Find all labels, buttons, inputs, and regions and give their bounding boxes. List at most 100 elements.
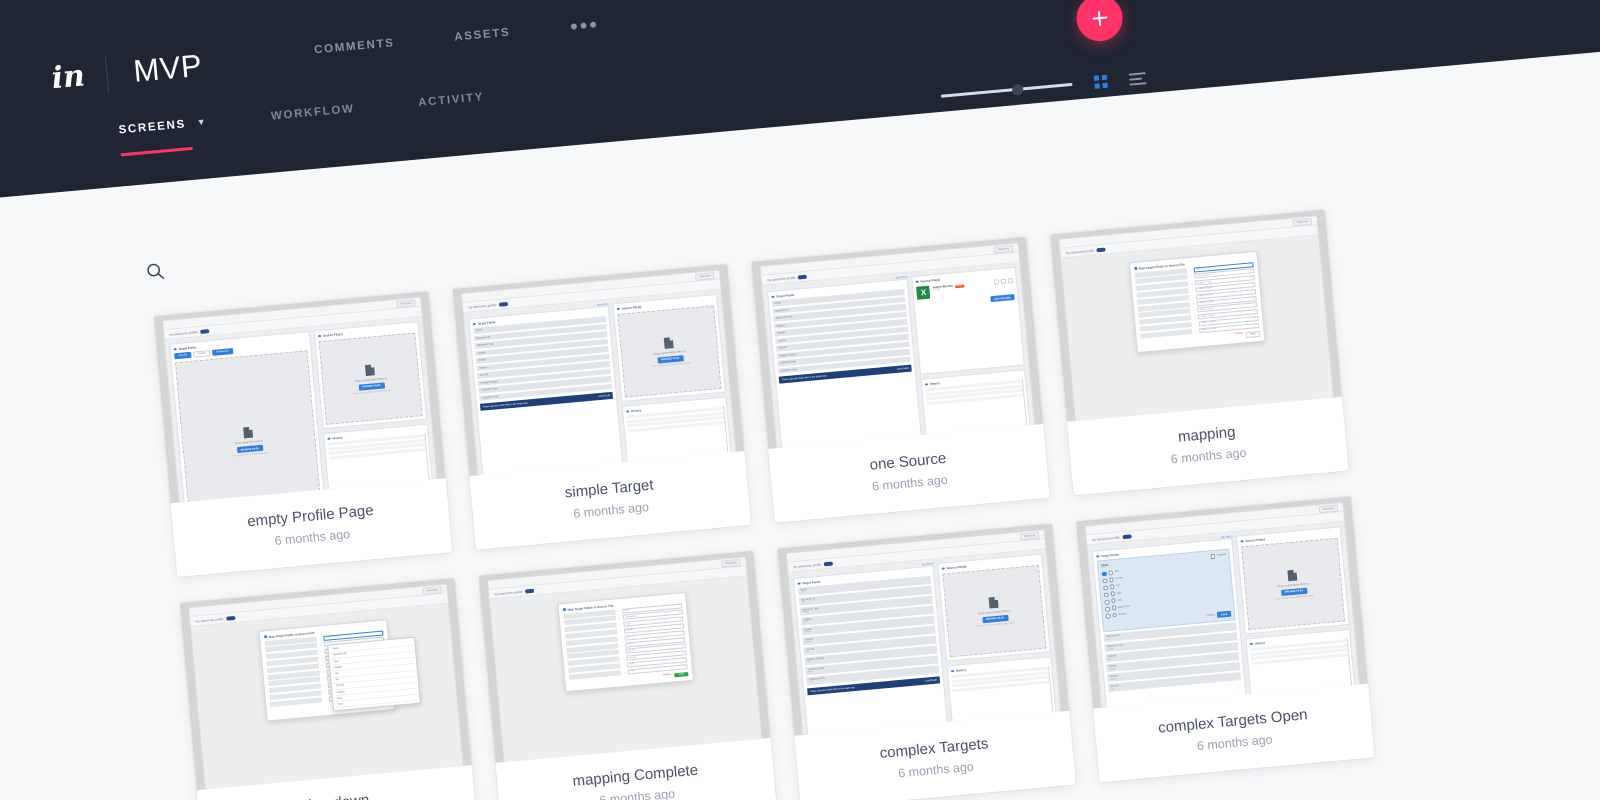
mapping-modal: Map Target Fields to Source File → Select…	[1128, 250, 1266, 353]
required-checkbox[interactable]: Required	[1211, 553, 1227, 559]
target-fields-label: Target Fields	[1100, 552, 1120, 559]
preview-chip: PREVIEW	[1019, 531, 1040, 540]
invision-logo[interactable]: in	[50, 58, 86, 96]
target-dropzone[interactable]: Drop target file here or BROWSE FILES Fi…	[174, 350, 324, 504]
mock-app-title: my awesome profile	[792, 562, 822, 569]
tilted-page: PROJECTS ACTIVITY PEOPLE LEARN DSM in MV…	[0, 0, 1600, 800]
field-type-radio-group: Text Number List Date Time Date & Time B…	[1102, 560, 1231, 620]
preview-chip: PREVIEW	[694, 271, 715, 281]
source-fields-label: Source File(s)	[946, 564, 967, 571]
continue-banner-text: Finish uploaded fields files to the targ…	[810, 686, 856, 693]
screen-card[interactable]: PREVIEW my awesome profile Map Target Fi…	[478, 550, 778, 800]
grid-view-icon[interactable]	[1093, 74, 1108, 89]
mock-app-title: my awesome profile	[195, 616, 224, 624]
sub-nav: SCREENS ▼ WORKFLOW ACTIVITY	[118, 91, 486, 156]
preview-chip: PREVIEW	[422, 585, 442, 595]
list-view-icon[interactable]	[1128, 71, 1147, 86]
source-fields-label: Source File(s)	[920, 277, 941, 284]
preview-chip: PREVIEW	[1292, 217, 1313, 226]
search-icon[interactable]	[145, 261, 167, 288]
target-fields-label: Target Fields	[476, 320, 496, 326]
tab-activity[interactable]: ACTIVITY	[418, 91, 487, 129]
continue-banner-link[interactable]: CONTINUE	[925, 679, 937, 682]
browse-files-button[interactable]: BROWSE FILES	[358, 381, 385, 391]
browse-files-button[interactable]: BROWSE FILES	[981, 614, 1009, 623]
document-icon	[365, 363, 376, 376]
source-fields-label: Source File(s)	[621, 304, 642, 311]
document-icon	[988, 596, 999, 609]
screen-card[interactable]: PREVIEW my awesome profile Map Target Fi…	[179, 577, 479, 800]
screen-card[interactable]: PREVIEW my awesome profile ADD FIELD Tar…	[751, 236, 1050, 523]
cancel-button[interactable]: CANCEL	[193, 350, 211, 358]
preview-chip: PREVIEW	[721, 558, 741, 568]
cancel-button[interactable]: CANCEL	[1234, 332, 1243, 339]
history-label: History	[929, 381, 941, 387]
page-title: MVP	[132, 47, 204, 89]
mock-status-pill	[525, 588, 535, 593]
preview-chip: PREVIEW	[396, 298, 416, 308]
file-action-icons[interactable]	[993, 278, 1014, 285]
screen-card[interactable]: PREVIEW my awesome profile Target Fields…	[153, 291, 453, 577]
download-button[interactable]: DOWNLOAD	[211, 348, 234, 357]
zoom-slider-knob[interactable]	[1011, 83, 1024, 96]
screen-thumbnail: PREVIEW my awesome profile ADD FIELD Tar…	[751, 236, 1044, 449]
continue-banner-text: Finish uploaded fields files to the targ…	[781, 374, 827, 381]
screen-card[interactable]: PREVIEW my awesome profile ADD FIELD Tar…	[1076, 496, 1375, 783]
target-fields-label: Target Fields	[801, 579, 821, 586]
add-column-button[interactable]: ADD COLUMN	[989, 293, 1015, 303]
tab-screens[interactable]: SCREENS ▼	[118, 116, 210, 156]
history-label: History	[1254, 640, 1266, 646]
mock-status-pill	[824, 561, 834, 566]
project-nav-item-assets[interactable]: ASSETS	[454, 27, 511, 44]
app-root: PROJECTS ACTIVITY PEOPLE LEARN DSM in MV…	[0, 0, 1600, 800]
mock-app-title: my awesome profile	[467, 302, 497, 310]
source-dropzone[interactable]: Drop source file(s) here or BROWSE FILES…	[318, 332, 423, 425]
mock-app-title: my awesome profile	[494, 589, 523, 596]
editing-field-type: Text	[1101, 566, 1106, 570]
save-button[interactable]: SAVE	[674, 671, 689, 677]
history-label: History	[955, 668, 967, 673]
project-nav-item-comments[interactable]: COMMENTS	[314, 37, 395, 56]
mock-status-pill	[499, 301, 509, 307]
arrow-right-icon: →	[1189, 268, 1192, 272]
screen-card[interactable]: PREVIEW my awesome profile Map Target Fi…	[1049, 209, 1349, 496]
select-dropdown-menu[interactable]: Study Specimen ID Type Subject Sex Vol V…	[327, 636, 421, 712]
mock-app-title: my awesome profile	[766, 275, 796, 282]
save-button[interactable]: SAVE	[1245, 330, 1261, 338]
screen-card[interactable]: PREVIEW my awesome profile ADD FIELD Tar…	[777, 523, 1076, 800]
browse-files-button[interactable]: BROWSE FILES	[1280, 587, 1308, 596]
tab-workflow[interactable]: WORKFLOW	[271, 103, 357, 142]
document-icon	[243, 426, 254, 439]
browse-files-button[interactable]: BROWSE FILES	[656, 354, 684, 364]
cancel-button[interactable]: CANCEL	[1206, 614, 1215, 617]
source-dropzone[interactable]: Drop source file(s) here or BROWSE FILES…	[1241, 537, 1346, 631]
mock-app-title: my awesome profile	[1065, 248, 1095, 255]
mock-status-pill	[1122, 533, 1133, 539]
continue-banner-link[interactable]: CONTINUE	[897, 367, 909, 370]
screen-thumbnail: PREVIEW my awesome profile Map Target Fi…	[179, 577, 472, 791]
header-divider	[105, 55, 110, 94]
screen-thumbnail: PREVIEW my awesome profile Map Target Fi…	[478, 550, 771, 763]
chevron-down-icon[interactable]: ▼	[196, 116, 207, 127]
history-label: History	[332, 435, 343, 441]
tab-screens-label: SCREENS	[118, 118, 187, 137]
mapping-modal: Map Target Fields to Source File → Study ▾…	[557, 591, 694, 692]
mock-status-pill	[200, 328, 210, 334]
screen-card[interactable]: PREVIEW my awesome profile ADD FIELD Tar…	[452, 263, 752, 550]
continue-banner-link[interactable]: CONTINUE	[598, 395, 610, 398]
cancel-button[interactable]: CANCEL	[663, 673, 672, 678]
screen-thumbnail: PREVIEW my awesome profile Target Fields…	[153, 291, 446, 504]
screens-grid: PREVIEW my awesome profile Target Fields…	[153, 202, 1459, 800]
overflow-menu-icon[interactable]: •••	[569, 11, 600, 39]
upload-button[interactable]: UPLOAD	[174, 351, 192, 360]
source-dropzone[interactable]: Drop source file(s) here or BROWSE FILES…	[942, 564, 1047, 658]
mock-app-title: my awesome profile	[169, 329, 198, 337]
preview-chip: PREVIEW	[993, 244, 1014, 254]
project-nav: COMMENTS ASSETS •••	[314, 11, 600, 57]
mock-status-pill	[1096, 246, 1107, 252]
history-label: History	[630, 408, 642, 414]
source-dropzone[interactable]: Drop source file(s) here or BROWSE FILES…	[617, 305, 722, 398]
update-button[interactable]: SAVE	[1216, 610, 1232, 619]
screen-thumbnail: PREVIEW my awesome profile ADD FIELD Tar…	[452, 263, 745, 477]
source-fields-label: Source File(s)	[322, 332, 343, 338]
